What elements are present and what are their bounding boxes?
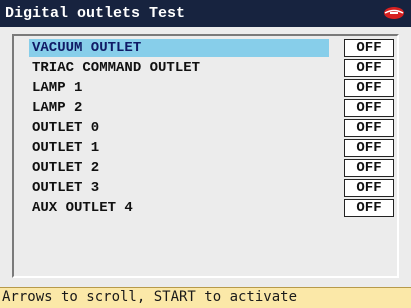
outlet-label: VACUUM OUTLET <box>29 39 329 57</box>
outlet-status: OFF <box>344 59 394 77</box>
list-item[interactable]: OUTLET 1 OFF <box>28 138 396 158</box>
status-bar: Arrows to scroll, START to activate <box>0 287 411 308</box>
outlet-status: OFF <box>344 139 394 157</box>
outlet-label: OUTLET 0 <box>32 120 100 136</box>
outlet-label: LAMP 2 <box>32 100 83 116</box>
outlet-label: OUTLET 2 <box>32 160 100 176</box>
outlet-status: OFF <box>344 99 394 117</box>
list-item[interactable]: TRIAC COMMAND OUTLET OFF <box>28 58 396 78</box>
outlet-label: LAMP 1 <box>32 80 83 96</box>
list-item[interactable]: OUTLET 3 OFF <box>28 178 396 198</box>
window-title: Digital outlets Test <box>5 5 186 22</box>
status-hint: Arrows to scroll, START to activate <box>2 289 298 305</box>
title-bar: Digital outlets Test <box>0 0 411 27</box>
list-item[interactable]: AUX OUTLET 4 OFF <box>28 198 396 218</box>
outlet-label: AUX OUTLET 4 <box>32 200 133 216</box>
outlet-status: OFF <box>344 199 394 217</box>
list-item[interactable]: OUTLET 2 OFF <box>28 158 396 178</box>
outlet-status: OFF <box>344 179 394 197</box>
outlet-status: OFF <box>344 159 394 177</box>
list-item[interactable]: OUTLET 0 OFF <box>28 118 396 138</box>
outlet-label: OUTLET 1 <box>32 140 100 156</box>
outlet-list[interactable]: VACUUM OUTLET OFF TRIAC COMMAND OUTLET O… <box>28 38 396 218</box>
outlet-list-panel: VACUUM OUTLET OFF TRIAC COMMAND OUTLET O… <box>12 34 399 278</box>
list-item[interactable]: LAMP 1 OFF <box>28 78 396 98</box>
list-item[interactable]: VACUUM OUTLET OFF <box>28 38 396 58</box>
list-item[interactable]: LAMP 2 OFF <box>28 98 396 118</box>
outlet-label: OUTLET 3 <box>32 180 100 196</box>
outlet-status: OFF <box>344 119 394 137</box>
outlet-status: OFF <box>344 39 394 57</box>
outlet-label: TRIAC COMMAND OUTLET <box>32 60 201 76</box>
outlet-status: OFF <box>344 79 394 97</box>
brand-logo-icon <box>384 7 404 19</box>
